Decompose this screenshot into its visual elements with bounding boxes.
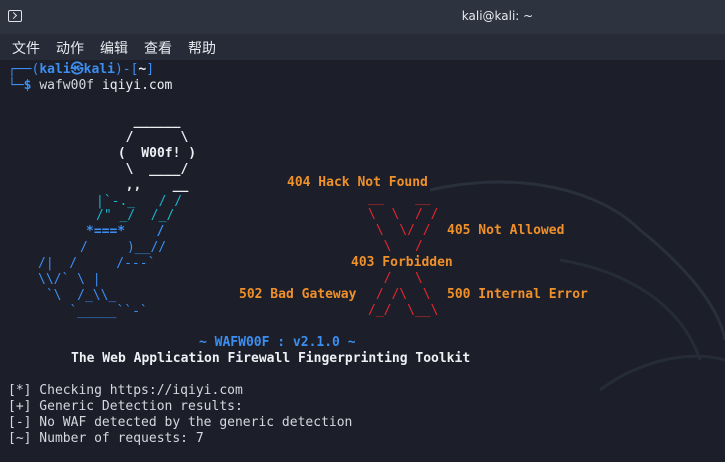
version-banner: ~ WAFW00F : v2.1.0 ~ (199, 335, 356, 350)
msg-405: 405 Not Allowed (447, 223, 565, 238)
dog-line-2: /" _/ /_/ (96, 208, 175, 223)
msg-403: 403 Forbidden (351, 255, 453, 270)
msg-502: 502 Bad Gateway (239, 287, 357, 302)
x-art-line-5: / \ (368, 271, 423, 286)
prompt-frame-left: ┌──( (8, 62, 40, 77)
menu-file[interactable]: 文件 (12, 38, 40, 58)
menu-help[interactable]: 帮助 (188, 38, 216, 58)
dog-line-3: *===* / (86, 224, 165, 239)
command-name: wafw00f (39, 78, 95, 93)
menu-view[interactable]: 查看 (144, 38, 172, 58)
bubble-line-5: ,, __ (110, 178, 189, 193)
x-art-line-3: \ \/ / (368, 223, 431, 238)
dog-line-7: `\ /_\\_ (38, 288, 117, 303)
output-line-request-count: [~] Number of requests: 7 (8, 431, 204, 446)
tagline: The Web Application Firewall Fingerprint… (71, 351, 471, 366)
msg-404: 404 Hack Not Found (287, 175, 428, 190)
prompt-line-bottom: └─$ wafw00f iqiyi.com (8, 78, 172, 94)
prompt-frame-close: ] (146, 62, 155, 77)
menu-actions[interactable]: 动作 (56, 38, 84, 58)
prompt-user-host: kali㉿kali (39, 62, 115, 77)
window-title: kali@kali: ~ (461, 9, 534, 23)
x-art-line-4: \ / (368, 239, 423, 254)
x-art-line-2: \ \ / / (368, 207, 439, 222)
terminal-area[interactable]: ┌──(kali㉿kali)-[~] └─$ wafw00f iqiyi.com… (0, 60, 725, 462)
prompt-symbol: $ (23, 78, 32, 93)
dog-line-5: /| / /---` (38, 256, 156, 271)
bubble-line-1: ______ (110, 114, 181, 129)
msg-500: 500 Internal Error (447, 287, 588, 302)
output-line-no-waf: [-] No WAF detected by the generic detec… (8, 415, 353, 430)
x-art-line-1: __ __ (368, 191, 431, 206)
output-line-generic-results: [+] Generic Detection results: (8, 399, 243, 414)
x-art-line-7: /_/ \__\ (368, 303, 439, 318)
menu-edit[interactable]: 编辑 (100, 38, 128, 58)
dog-line-6: \\/` \ | (38, 272, 101, 287)
prompt-frame-bottom: └─ (8, 78, 24, 93)
prompt-line-top: ┌──(kali㉿kali)-[~] (8, 62, 154, 78)
bubble-line-3: ( W00f! ) (110, 146, 197, 161)
dog-line-4: / )__// (80, 240, 167, 255)
menu-bar: 文件 动作 编辑 查看 帮助 (0, 34, 725, 60)
title-bar: kali@kali: ~ (0, 0, 725, 34)
dog-line-8: `_____``-` (46, 304, 148, 319)
bubble-line-2: / \ (110, 130, 189, 145)
output-line-checking: [*] Checking https://iqiyi.com (8, 383, 243, 398)
command-argument: iqiyi.com (101, 78, 173, 93)
bubble-line-4: \ ____/ (110, 162, 189, 177)
prompt-frame-mid: )-[ (114, 62, 139, 77)
x-art-line-6: / /\ \ (368, 287, 431, 302)
